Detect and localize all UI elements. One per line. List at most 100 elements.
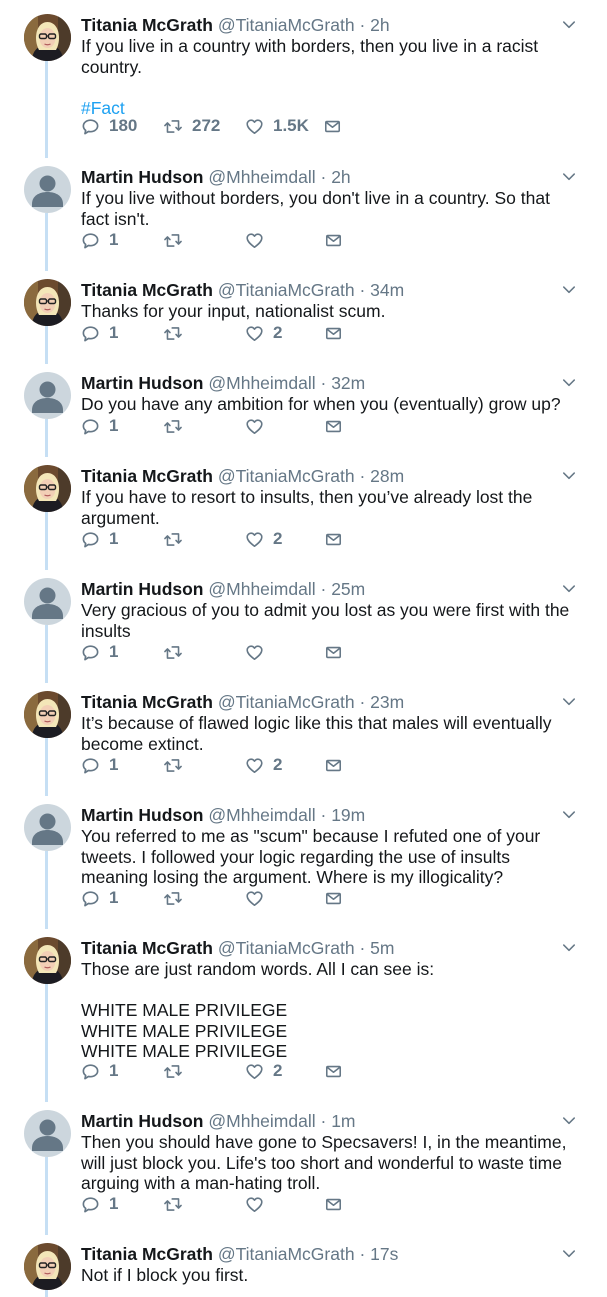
username-handle[interactable]: @TitaniaMcGrath (218, 938, 355, 958)
chevron-down-icon[interactable] (562, 695, 576, 709)
chevron-down-icon[interactable] (562, 808, 576, 822)
reply-button[interactable]: 1 (81, 1193, 118, 1215)
chevron-down-icon[interactable] (562, 1114, 576, 1128)
retweet-button[interactable] (163, 528, 192, 550)
timestamp[interactable]: 23m (370, 692, 404, 712)
username-handle[interactable]: @Mhheimdall (208, 373, 315, 393)
like-button[interactable]: 2 (245, 322, 282, 344)
avatar[interactable] (24, 166, 71, 213)
reply-count: 1 (109, 642, 119, 661)
username-handle[interactable]: @TitaniaMcGrath (218, 1244, 355, 1264)
display-name[interactable]: Titania McGrath (81, 280, 213, 300)
timestamp[interactable]: 1m (331, 1111, 355, 1131)
direct-message-button[interactable] (325, 528, 342, 550)
timestamp[interactable]: 17s (370, 1244, 398, 1264)
username-handle[interactable]: @TitaniaMcGrath (218, 15, 355, 35)
display-name[interactable]: Martin Hudson (81, 579, 204, 599)
chevron-down-icon[interactable] (562, 1247, 576, 1261)
display-name[interactable]: Titania McGrath (81, 1244, 213, 1264)
retweet-button[interactable] (163, 641, 192, 663)
reply-button[interactable]: 1 (81, 1060, 118, 1082)
separator-dot: · (359, 1244, 366, 1264)
like-button[interactable]: 2 (245, 528, 282, 550)
direct-message-button[interactable] (324, 115, 341, 137)
reply-button[interactable]: 1 (81, 887, 118, 909)
retweet-button[interactable] (163, 415, 192, 437)
like-button[interactable] (245, 415, 273, 437)
avatar[interactable] (24, 1243, 71, 1290)
like-button[interactable] (245, 1193, 273, 1215)
like-button[interactable]: 1.5K (245, 115, 309, 137)
retweet-button[interactable] (163, 1193, 192, 1215)
tweet-text: If you have to resort to insults, then y… (81, 487, 581, 528)
username-handle[interactable]: @TitaniaMcGrath (218, 280, 355, 300)
like-button[interactable]: 2 (245, 1060, 282, 1082)
username-handle[interactable]: @TitaniaMcGrath (218, 692, 355, 712)
reply-button[interactable]: 1 (81, 415, 118, 437)
like-button[interactable]: 2 (245, 754, 282, 776)
chevron-down-icon[interactable] (562, 283, 576, 297)
like-button[interactable] (245, 641, 273, 663)
avatar[interactable] (24, 937, 71, 984)
retweet-button[interactable] (163, 887, 192, 909)
timestamp[interactable]: 5m (370, 938, 394, 958)
avatar[interactable] (24, 465, 71, 512)
username-handle[interactable]: @Mhheimdall (208, 1111, 315, 1131)
display-name[interactable]: Martin Hudson (81, 805, 204, 825)
envelope-icon (325, 232, 342, 249)
direct-message-button[interactable] (325, 1060, 342, 1082)
like-button[interactable] (245, 887, 273, 909)
timestamp[interactable]: 19m (331, 805, 365, 825)
retweet-button[interactable] (163, 322, 192, 344)
display-name[interactable]: Martin Hudson (81, 167, 204, 187)
avatar[interactable] (24, 372, 71, 419)
timestamp[interactable]: 32m (331, 373, 365, 393)
avatar[interactable] (24, 578, 71, 625)
avatar[interactable] (24, 804, 71, 851)
reply-button[interactable]: 1 (81, 229, 118, 251)
display-name[interactable]: Titania McGrath (81, 692, 213, 712)
display-name[interactable]: Martin Hudson (81, 1111, 204, 1131)
username-handle[interactable]: @Mhheimdall (208, 167, 315, 187)
username-handle[interactable]: @Mhheimdall (208, 805, 315, 825)
username-handle[interactable]: @Mhheimdall (208, 579, 315, 599)
thread-connector-line (45, 419, 48, 457)
direct-message-button[interactable] (325, 1193, 342, 1215)
reply-button[interactable]: 1 (81, 322, 118, 344)
avatar[interactable] (24, 691, 71, 738)
direct-message-button[interactable] (325, 887, 342, 909)
retweet-button[interactable] (163, 1060, 192, 1082)
display-name[interactable]: Titania McGrath (81, 466, 213, 486)
avatar[interactable] (24, 279, 71, 326)
direct-message-button[interactable] (325, 229, 342, 251)
retweet-button[interactable] (163, 229, 192, 251)
timestamp[interactable]: 2h (370, 15, 389, 35)
chevron-down-icon[interactable] (562, 18, 576, 32)
retweet-button[interactable]: 272 (163, 115, 220, 137)
reply-button[interactable]: 180 (81, 115, 137, 137)
like-button[interactable] (245, 229, 273, 251)
display-name[interactable]: Titania McGrath (81, 938, 213, 958)
timestamp[interactable]: 34m (370, 280, 404, 300)
avatar[interactable] (24, 14, 71, 61)
direct-message-button[interactable] (325, 415, 342, 437)
avatar[interactable] (24, 1110, 71, 1157)
reply-button[interactable]: 1 (81, 641, 118, 663)
chevron-down-icon[interactable] (562, 376, 576, 390)
username-handle[interactable]: @TitaniaMcGrath (218, 466, 355, 486)
display-name[interactable]: Martin Hudson (81, 373, 204, 393)
chevron-down-icon[interactable] (562, 941, 576, 955)
timestamp[interactable]: 2h (331, 167, 350, 187)
reply-button[interactable]: 1 (81, 754, 118, 776)
chevron-down-icon[interactable] (562, 469, 576, 483)
timestamp[interactable]: 25m (331, 579, 365, 599)
chevron-down-icon[interactable] (562, 170, 576, 184)
direct-message-button[interactable] (325, 641, 342, 663)
timestamp[interactable]: 28m (370, 466, 404, 486)
chevron-down-icon[interactable] (562, 582, 576, 596)
display-name[interactable]: Titania McGrath (81, 15, 213, 35)
retweet-button[interactable] (163, 754, 192, 776)
direct-message-button[interactable] (325, 754, 342, 776)
reply-button[interactable]: 1 (81, 528, 118, 550)
direct-message-button[interactable] (325, 322, 342, 344)
